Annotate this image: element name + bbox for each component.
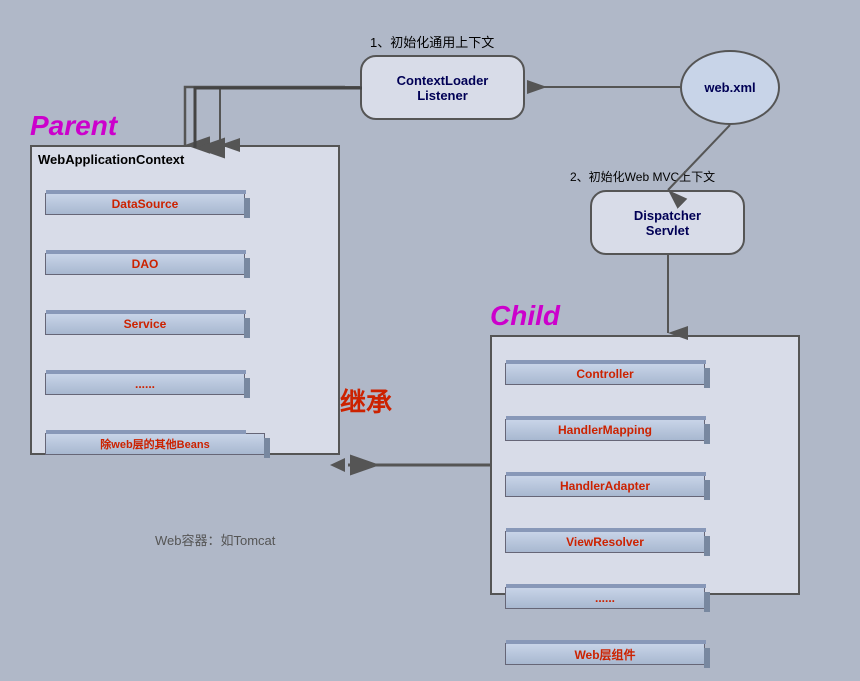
init-context-label: 1、初始化通用上下文 (370, 32, 494, 51)
web-layer-bar: Web层组件 (505, 643, 705, 665)
dispatcher-servlet-box: DispatcherServlet (590, 190, 745, 255)
list-item: DataSource (45, 193, 245, 223)
parent-bars: DataSource DAO Service ...... 除web层的其他Be… (45, 185, 245, 471)
context-loader-label: ContextLoaderListener (397, 73, 489, 103)
list-item: ...... (505, 587, 705, 617)
list-item: DAO (45, 253, 245, 283)
web-container-label: Web容器：如Tomcat (155, 530, 275, 549)
child-label: Child (490, 300, 560, 332)
view-resolver-bar: ViewResolver (505, 531, 705, 553)
list-item: 除web层的其他Beans (45, 433, 245, 463)
list-item: Controller (505, 363, 705, 393)
list-item: Service (45, 313, 245, 343)
dispatcher-label: DispatcherServlet (634, 208, 701, 238)
service-bar: Service (45, 313, 245, 335)
context-loader-box: ContextLoaderListener (360, 55, 525, 120)
list-item: ViewResolver (505, 531, 705, 561)
list-item: Web层组件 (505, 643, 705, 673)
webxml-oval: web.xml (680, 50, 780, 125)
child-bars: Controller HandlerMapping HandlerAdapter… (505, 355, 705, 681)
child-dots-bar: ...... (505, 587, 705, 609)
other-beans-bar: 除web层的其他Beans (45, 433, 265, 455)
handler-mapping-bar: HandlerMapping (505, 419, 705, 441)
controller-bar: Controller (505, 363, 705, 385)
parent-context-title: WebApplicationContext (38, 152, 184, 167)
list-item: ...... (45, 373, 245, 403)
parent-label: Parent (30, 110, 117, 142)
inherit-label: 继承 (340, 382, 392, 419)
dots-bar: ...... (45, 373, 245, 395)
handler-adapter-bar: HandlerAdapter (505, 475, 705, 497)
init-mvc-label: 2、初始化Web MVC上下文 (570, 168, 715, 185)
list-item: HandlerMapping (505, 419, 705, 449)
webxml-label: web.xml (704, 80, 755, 95)
dao-bar: DAO (45, 253, 245, 275)
datasource-bar: DataSource (45, 193, 245, 215)
list-item: HandlerAdapter (505, 475, 705, 505)
